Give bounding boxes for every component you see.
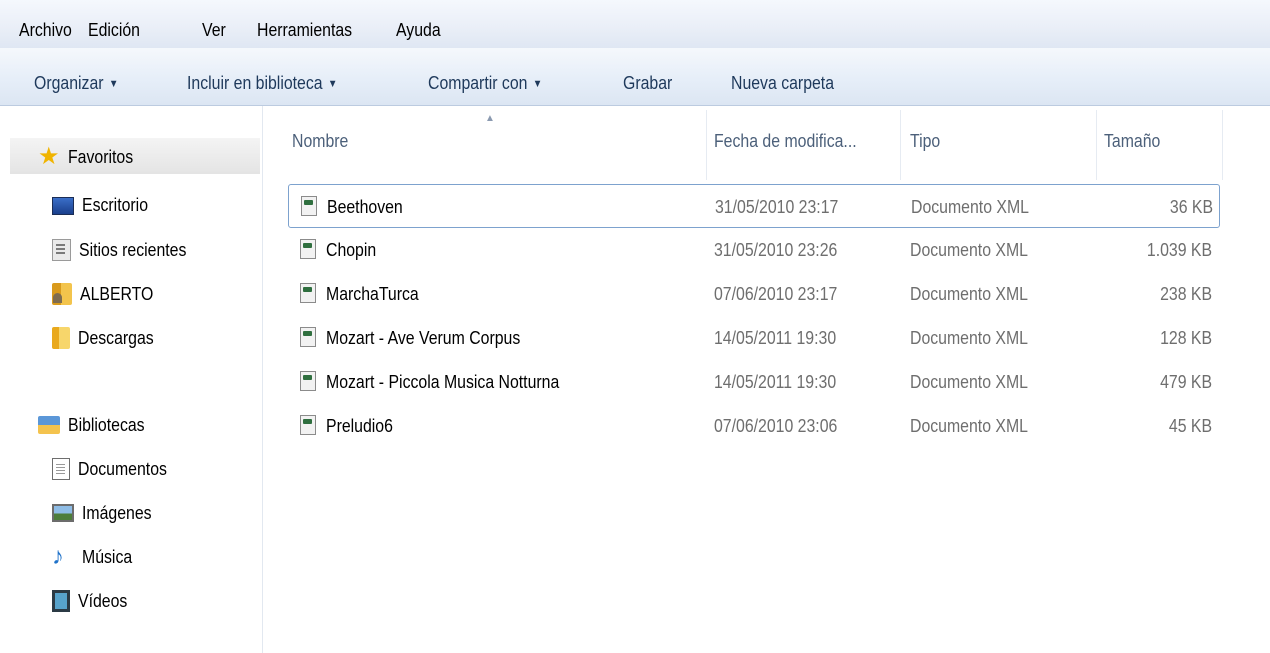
file-size: 45 KB bbox=[1168, 416, 1212, 436]
menu-archivo[interactable]: Archivo bbox=[19, 20, 72, 41]
file-name: MarchaTurca bbox=[326, 284, 419, 304]
file-name: Chopin bbox=[326, 240, 377, 260]
nav-descargas[interactable]: Descargas bbox=[52, 323, 164, 353]
chevron-down-icon: ▼ bbox=[532, 78, 543, 90]
burn-button[interactable]: Grabar bbox=[623, 73, 672, 94]
xml-document-icon bbox=[301, 196, 317, 216]
nav-musica-label: Música bbox=[82, 546, 133, 567]
file-date: 31/05/2010 23:26 bbox=[714, 240, 838, 260]
nav-escritorio-label: Escritorio bbox=[82, 194, 149, 215]
file-size: 238 KB bbox=[1160, 284, 1212, 304]
libraries-icon bbox=[38, 416, 60, 434]
star-icon: ★ bbox=[38, 143, 60, 170]
share-with-label: Compartir con bbox=[428, 73, 528, 93]
share-with-button[interactable]: Compartir con ▼ bbox=[428, 73, 542, 94]
navigation-pane: ★ Favoritos Escritorio Sitios recientes … bbox=[0, 106, 263, 653]
file-type: Documento XML bbox=[910, 372, 1028, 392]
nav-favorites[interactable]: ★ Favoritos bbox=[38, 142, 142, 172]
videos-icon bbox=[52, 590, 70, 612]
xml-document-icon bbox=[300, 327, 316, 347]
file-size: 36 KB bbox=[1169, 197, 1213, 217]
chevron-down-icon: ▼ bbox=[327, 78, 338, 90]
documents-icon bbox=[52, 458, 70, 480]
file-row[interactable]: MarchaTurca 07/06/2010 23:17 Documento X… bbox=[288, 272, 1218, 316]
sort-ascending-icon: ▲ bbox=[485, 113, 495, 124]
xml-document-icon bbox=[300, 415, 316, 435]
include-library-button[interactable]: Incluir en biblioteca ▼ bbox=[187, 73, 337, 94]
column-header-date[interactable]: Fecha de modifica... bbox=[714, 131, 857, 152]
file-date: 07/06/2010 23:17 bbox=[714, 284, 838, 304]
file-type: Documento XML bbox=[911, 197, 1029, 217]
column-header-size[interactable]: Tamaño bbox=[1104, 131, 1160, 152]
column-header-name[interactable]: Nombre bbox=[292, 131, 348, 152]
file-type: Documento XML bbox=[910, 284, 1028, 304]
chevron-down-icon: ▼ bbox=[108, 78, 119, 90]
column-divider[interactable] bbox=[900, 110, 901, 180]
nav-documentos-label: Documentos bbox=[78, 458, 167, 479]
menu-herramientas[interactable]: Herramientas bbox=[257, 20, 352, 41]
menu-ver[interactable]: Ver bbox=[202, 20, 226, 41]
nav-sitios-recientes[interactable]: Sitios recientes bbox=[52, 235, 201, 265]
file-date: 31/05/2010 23:17 bbox=[715, 197, 839, 217]
include-library-label: Incluir en biblioteca bbox=[187, 73, 323, 93]
nav-musica[interactable]: ♪ Música bbox=[52, 542, 139, 572]
nav-videos-label: Vídeos bbox=[78, 590, 128, 611]
file-date: 07/06/2010 23:06 bbox=[714, 416, 838, 436]
nav-favorites-label: Favoritos bbox=[68, 146, 134, 167]
downloads-folder-icon bbox=[52, 327, 70, 349]
file-size: 479 KB bbox=[1160, 372, 1212, 392]
file-name: Preludio6 bbox=[326, 416, 393, 436]
nav-bibliotecas-label: Bibliotecas bbox=[68, 414, 145, 435]
file-type: Documento XML bbox=[910, 240, 1028, 260]
file-size: 1.039 KB bbox=[1146, 240, 1212, 260]
file-name: Mozart - Piccola Musica Notturna bbox=[326, 372, 560, 392]
file-row[interactable]: Chopin 31/05/2010 23:26 Documento XML 1.… bbox=[288, 228, 1218, 272]
organize-button[interactable]: Organizar ▼ bbox=[34, 73, 118, 94]
user-folder-icon bbox=[52, 283, 72, 305]
nav-documentos[interactable]: Documentos bbox=[52, 454, 179, 484]
file-row[interactable]: Preludio6 07/06/2010 23:06 Documento XML… bbox=[288, 404, 1218, 448]
xml-document-icon bbox=[300, 283, 316, 303]
nav-videos[interactable]: Vídeos bbox=[52, 586, 134, 616]
file-name: Beethoven bbox=[327, 197, 403, 217]
file-name: Mozart - Ave Verum Corpus bbox=[326, 328, 521, 348]
menu-bar: Archivo Edición Ver Herramientas Ayuda bbox=[0, 0, 1270, 48]
nav-descargas-label: Descargas bbox=[78, 327, 154, 348]
column-divider[interactable] bbox=[706, 110, 707, 180]
file-row[interactable]: Mozart - Piccola Musica Notturna 14/05/2… bbox=[288, 360, 1218, 404]
pictures-icon bbox=[52, 504, 74, 522]
nav-alberto-label: ALBERTO bbox=[80, 283, 154, 304]
xml-document-icon bbox=[300, 239, 316, 259]
nav-bibliotecas[interactable]: Bibliotecas bbox=[38, 410, 155, 440]
nav-imagenes-label: Imágenes bbox=[82, 502, 152, 523]
file-row[interactable]: Mozart - Ave Verum Corpus 14/05/2011 19:… bbox=[288, 316, 1218, 360]
nav-sitios-recientes-label: Sitios recientes bbox=[79, 239, 187, 260]
music-note-icon: ♪ bbox=[52, 543, 64, 570]
file-type: Documento XML bbox=[910, 416, 1028, 436]
organize-label: Organizar bbox=[34, 73, 104, 93]
file-size: 128 KB bbox=[1160, 328, 1212, 348]
file-date: 14/05/2011 19:30 bbox=[714, 328, 837, 348]
column-header-type[interactable]: Tipo bbox=[910, 131, 940, 152]
new-folder-button[interactable]: Nueva carpeta bbox=[731, 73, 834, 94]
column-divider[interactable] bbox=[1096, 110, 1097, 180]
command-bar: Organizar ▼ Incluir en biblioteca ▼ Compar… bbox=[0, 48, 1270, 106]
nav-imagenes[interactable]: Imágenes bbox=[52, 498, 161, 528]
column-divider[interactable] bbox=[1222, 110, 1223, 180]
file-type: Documento XML bbox=[910, 328, 1028, 348]
recent-places-icon bbox=[52, 239, 71, 261]
xml-document-icon bbox=[300, 371, 316, 391]
menu-ayuda[interactable]: Ayuda bbox=[396, 20, 441, 41]
nav-escritorio[interactable]: Escritorio bbox=[52, 190, 157, 220]
file-date: 14/05/2011 19:30 bbox=[714, 372, 837, 392]
file-row[interactable]: Beethoven 31/05/2010 23:17 Documento XML… bbox=[288, 184, 1220, 228]
desktop-icon bbox=[52, 197, 74, 215]
menu-edicion[interactable]: Edición bbox=[88, 20, 140, 41]
nav-alberto[interactable]: ALBERTO bbox=[52, 279, 163, 309]
